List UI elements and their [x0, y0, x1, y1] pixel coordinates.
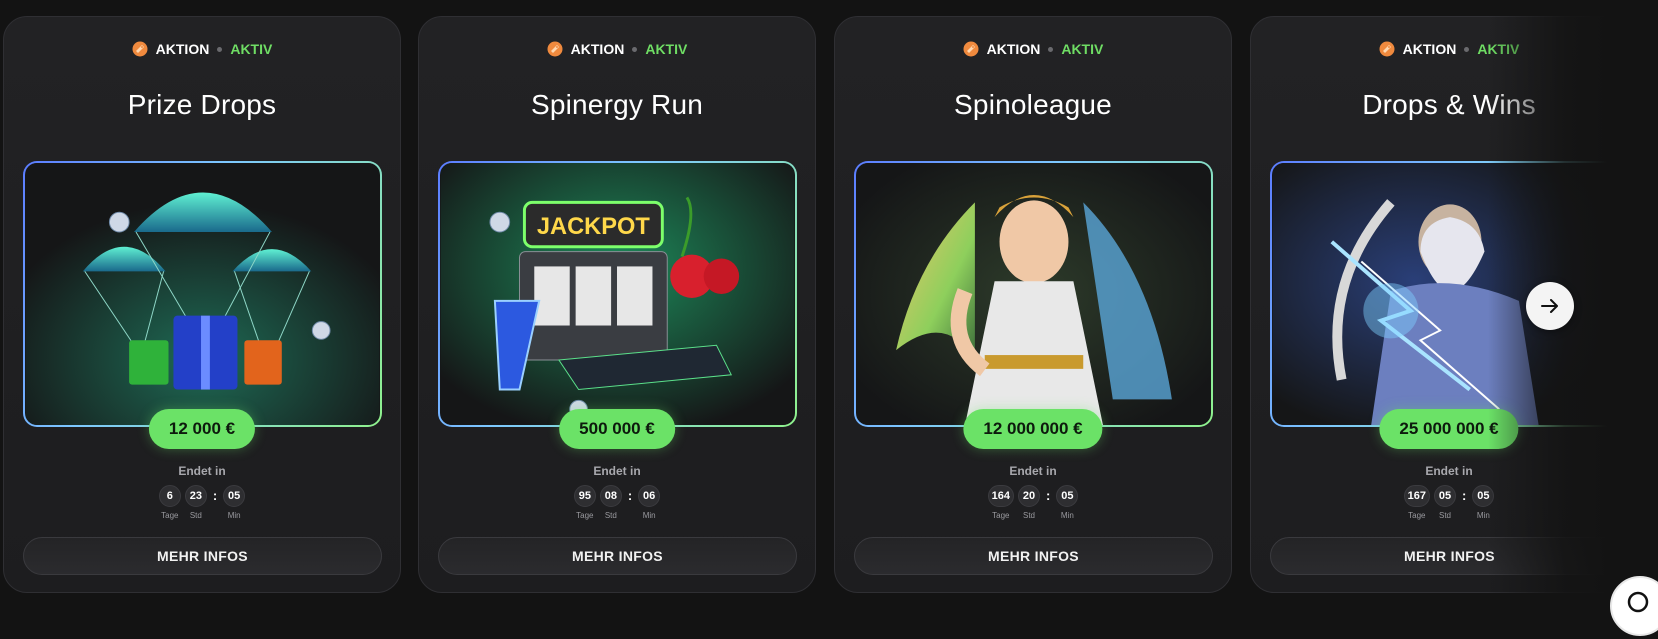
promo-card[interactable]: AKTION AKTIV Spinoleague 12 000 000 € En…: [834, 16, 1232, 593]
arrow-right-icon: [1541, 299, 1558, 313]
parachute-gifts-image: [23, 161, 382, 427]
more-info-button[interactable]: MEHR INFOS: [854, 537, 1213, 575]
timer-days: 164 Tage: [987, 485, 1014, 520]
timer-separator: :: [212, 488, 218, 503]
prize-amount: 500 000 €: [559, 409, 675, 449]
timer-minutes: 05 Min: [1056, 485, 1079, 520]
promo-title: Drops & Wins: [1362, 89, 1536, 120]
timer-days: 167 Tage: [1403, 485, 1430, 520]
jackpot-slot-machine-image: JACKPOT: [438, 161, 797, 427]
timer-hours-label: Std: [1022, 511, 1035, 520]
promo-status: AKTIV: [1477, 41, 1520, 57]
promo-badge-label: AKTION: [155, 41, 210, 57]
goddess-image: [854, 161, 1213, 427]
more-info-button[interactable]: MEHR INFOS: [23, 537, 382, 575]
prize-amount: 12 000 €: [148, 409, 256, 449]
promo-badge-label: AKTION: [986, 41, 1041, 57]
timer-days-value: 164: [987, 485, 1014, 507]
countdown-timer: 164 Tage 20 Std : 05 Min: [835, 485, 1231, 520]
promo-card[interactable]: AKTION AKTIV Spinergy Run JACKPOT 500 00…: [418, 16, 816, 593]
ends-in-label: Endet in: [593, 464, 641, 478]
timer-hours-value: 23: [184, 485, 207, 507]
more-info-button[interactable]: MEHR INFOS: [438, 537, 797, 575]
countdown-timer: 95 Tage 08 Std : 06 Min: [419, 485, 815, 520]
timer-minutes: 05 Min: [1472, 485, 1495, 520]
ends-in-label: Endet in: [1009, 464, 1057, 478]
chat-button[interactable]: [1610, 576, 1658, 636]
timer-hours-value: 05: [1434, 485, 1456, 507]
promo-tag-icon: [1379, 41, 1395, 57]
timer-minutes: 05 Min: [223, 485, 246, 520]
promo-card[interactable]: AKTION AKTIV Prize Drops 12 000 € Endet …: [3, 16, 401, 593]
timer-days-label: Tage: [1408, 511, 1426, 520]
promo-title: Spinergy Run: [530, 89, 704, 120]
timer-hours-value: 20: [1018, 485, 1040, 507]
timer-separator: :: [1462, 488, 1467, 503]
carousel-next-button[interactable]: [1526, 282, 1574, 330]
timer-days-value: 6: [158, 485, 181, 507]
promo-badge-label: AKTION: [1402, 41, 1457, 57]
more-info-button[interactable]: MEHR INFOS: [1270, 537, 1629, 575]
timer-days-value: 167: [1403, 485, 1430, 507]
ends-in-label: Endet in: [178, 464, 226, 478]
timer-hours-label: Std: [604, 511, 617, 520]
timer-minutes: 06 Min: [638, 485, 661, 520]
timer-minutes-label: Min: [1060, 511, 1074, 520]
timer-days-value: 95: [573, 485, 596, 507]
timer-minutes-value: 05: [1056, 485, 1079, 507]
countdown-timer: 6 Tage 23 Std : 05 Min: [4, 485, 400, 520]
promo-title: Prize Drops: [127, 89, 277, 120]
promo-badge: AKTION AKTIV: [4, 39, 400, 59]
promotions-carousel: AKTION AKTIV Prize Drops 12 000 € Endet …: [0, 0, 1658, 636]
chat-icon: [1627, 591, 1649, 613]
timer-separator: :: [1046, 488, 1051, 503]
promo-badge: AKTION AKTIV: [419, 39, 815, 59]
timer-days-label: Tage: [576, 511, 594, 520]
separator-dot: [1048, 46, 1054, 52]
promo-badge: AKTION AKTIV: [835, 39, 1231, 59]
timer-days: 6 Tage: [158, 485, 181, 520]
timer-hours-label: Std: [189, 511, 202, 520]
promo-badge: AKTION AKTIV: [1251, 39, 1647, 59]
timer-hours: 23 Std: [184, 485, 207, 520]
promo-badge-label: AKTION: [570, 41, 625, 57]
ends-in-label: Endet in: [1425, 464, 1473, 478]
separator-dot: [217, 46, 223, 52]
timer-hours: 05 Std: [1434, 485, 1456, 520]
timer-hours: 20 Std: [1018, 485, 1040, 520]
jackpot-text: JACKPOT: [537, 214, 650, 240]
promo-card[interactable]: AKTION AKTIV Drops & Wins 25 000 000 € E…: [1250, 16, 1648, 593]
prize-amount: 12 000 000 €: [963, 409, 1103, 449]
promo-title: Spinoleague: [954, 89, 1112, 120]
timer-separator: :: [627, 488, 633, 503]
separator-dot: [1464, 46, 1470, 52]
promo-status: AKTIV: [645, 41, 688, 57]
timer-hours-label: Std: [1438, 511, 1451, 520]
promo-tag-icon: [547, 41, 563, 57]
timer-minutes-label: Min: [227, 511, 241, 520]
timer-days-label: Tage: [161, 511, 179, 520]
promo-tag-icon: [963, 41, 979, 57]
timer-minutes-value: 05: [223, 485, 246, 507]
timer-minutes-label: Min: [1476, 511, 1490, 520]
timer-minutes-value: 06: [638, 485, 661, 507]
timer-minutes-label: Min: [642, 511, 656, 520]
zeus-lightning-image: [1270, 161, 1629, 427]
timer-days-label: Tage: [992, 511, 1010, 520]
timer-days: 95 Tage: [573, 485, 596, 520]
countdown-timer: 167 Tage 05 Std : 05 Min: [1251, 485, 1647, 520]
promo-status: AKTIV: [230, 41, 273, 57]
timer-minutes-value: 05: [1472, 485, 1495, 507]
timer-hours: 08 Std: [599, 485, 622, 520]
promo-tag-icon: [132, 41, 148, 57]
timer-hours-value: 08: [599, 485, 622, 507]
prize-amount: 25 000 000 €: [1379, 409, 1519, 449]
promo-status: AKTIV: [1061, 41, 1104, 57]
separator-dot: [632, 46, 638, 52]
